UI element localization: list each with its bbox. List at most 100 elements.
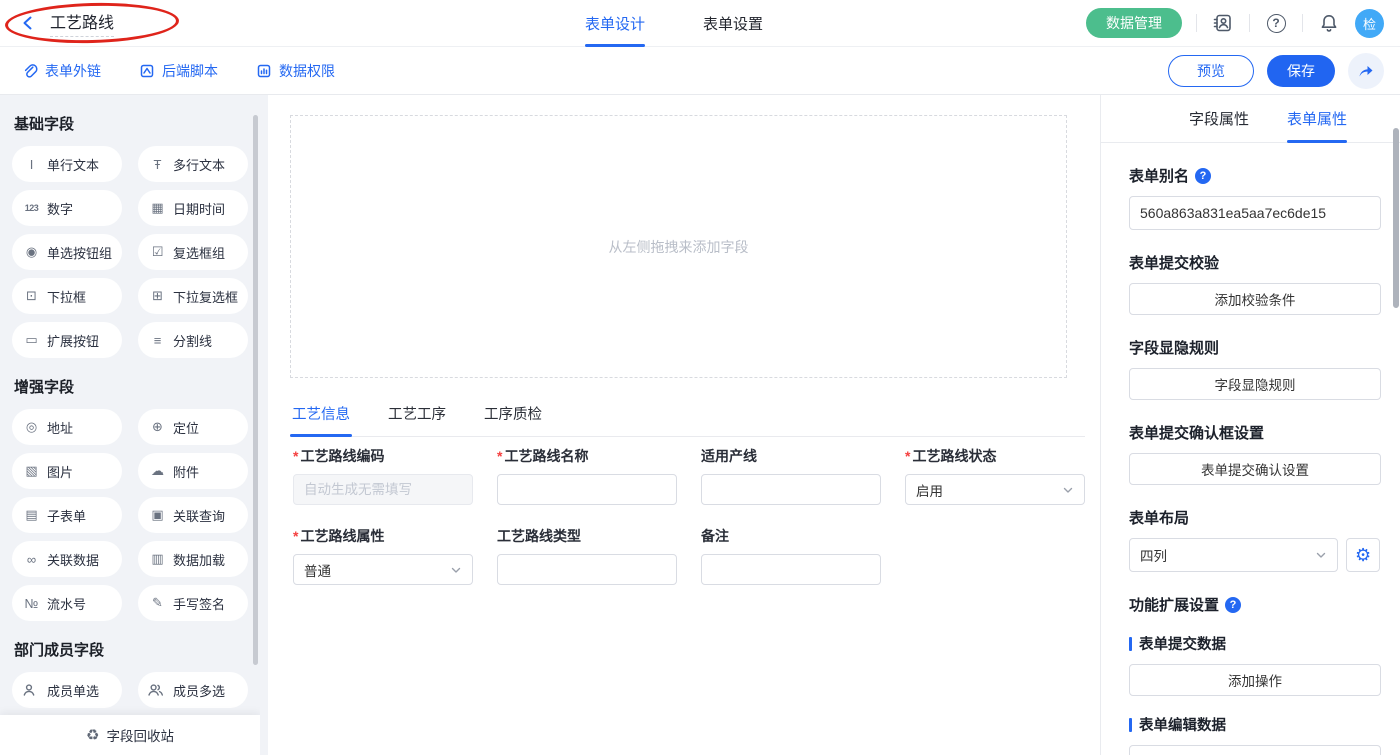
route-attribute-select[interactable]: 普通 xyxy=(293,554,473,585)
tab-form-properties[interactable]: 表单属性 xyxy=(1287,95,1347,142)
add-validation-button[interactable]: 添加校验条件 xyxy=(1129,283,1381,315)
required-mark: * xyxy=(293,448,298,464)
required-mark: * xyxy=(293,528,298,544)
panel-scrollbar[interactable] xyxy=(1393,128,1399,308)
field-library-sidebar: 基础字段 I单行文本 Ŧ多行文本 123数字 ▦日期时间 ◉单选按钮组 ☑复选框… xyxy=(0,95,260,755)
form-layout-select[interactable]: 四列 xyxy=(1129,538,1338,572)
sidebar-item-member-single[interactable]: 成员单选 xyxy=(12,672,122,708)
tab-form-settings[interactable]: 表单设置 xyxy=(703,0,763,47)
sidebar-item-number[interactable]: 123数字 xyxy=(12,190,122,226)
avatar[interactable]: 检 xyxy=(1355,9,1384,38)
divider-line-icon: ≡ xyxy=(148,333,167,348)
section-title-enhanced: 增强字段 xyxy=(14,376,248,397)
subform-icon: ▤ xyxy=(22,507,41,523)
form-canvas: 从左侧拖拽来添加字段 工艺信息 工艺工序 工序质检 *工艺路线编码 *工艺路线名… xyxy=(268,95,1100,755)
tab-process-info[interactable]: 工艺信息 xyxy=(290,395,352,436)
data-permission-button[interactable]: 数据权限 xyxy=(256,61,335,81)
sidebar-item-single-line-text[interactable]: I单行文本 xyxy=(12,146,122,182)
sidebar-item-checkbox-group[interactable]: ☑复选框组 xyxy=(138,234,248,270)
tab-field-properties[interactable]: 字段属性 xyxy=(1189,95,1249,142)
data-manage-button[interactable]: 数据管理 xyxy=(1086,8,1182,38)
address-book-button[interactable] xyxy=(1211,11,1235,35)
sidebar-item-extend-button[interactable]: ▭扩展按钮 xyxy=(12,322,122,358)
field-recycle-bin[interactable]: ♻ 字段回收站 xyxy=(0,715,260,755)
gear-icon: ⚙ xyxy=(1355,546,1371,564)
sidebar-item-subform[interactable]: ▤子表单 xyxy=(12,497,122,533)
notification-button[interactable] xyxy=(1317,11,1341,35)
form-field-route-type: 工艺路线类型 xyxy=(497,527,677,585)
tab-process-steps[interactable]: 工艺工序 xyxy=(386,395,448,436)
form-field-product-line: 适用产线 xyxy=(701,447,881,505)
submit-confirm-button[interactable]: 表单提交确认设置 xyxy=(1129,453,1381,485)
sidebar-item-image[interactable]: ▧图片 xyxy=(12,453,122,489)
sidebar-item-attachment[interactable]: ☁附件 xyxy=(138,453,248,489)
pen-icon: ✎ xyxy=(148,595,167,611)
form-field-route-name: *工艺路线名称 xyxy=(497,447,677,505)
drop-hint: 从左侧拖拽来添加字段 xyxy=(609,237,749,257)
layout-settings-button[interactable]: ⚙ xyxy=(1346,538,1380,572)
backend-script-button[interactable]: 后端脚本 xyxy=(139,61,218,81)
top-bar: 工艺路线 表单设计 表单设置 数据管理 ? 检 xyxy=(0,0,1400,47)
form-alias-input[interactable] xyxy=(1129,196,1381,230)
sidebar-item-member-multi[interactable]: 成员多选 xyxy=(138,672,248,708)
field-visibility-button[interactable]: 字段显隐规则 xyxy=(1129,368,1381,400)
sidebar-scrollbar[interactable] xyxy=(253,115,258,665)
multi-line-text-icon: Ŧ xyxy=(148,157,167,172)
sidebar-item-datetime[interactable]: ▦日期时间 xyxy=(138,190,248,226)
required-mark: * xyxy=(497,448,502,464)
share-button[interactable] xyxy=(1348,53,1384,89)
divider xyxy=(1302,14,1303,32)
sidebar-item-multi-dropdown[interactable]: ⊞下拉复选框 xyxy=(138,278,248,314)
back-button[interactable] xyxy=(16,11,40,35)
remark-input[interactable] xyxy=(701,554,881,585)
submit-data-add-action-button[interactable]: 添加操作 xyxy=(1129,664,1381,696)
sidebar-item-dropdown[interactable]: ⊡下拉框 xyxy=(12,278,122,314)
sidebar-item-radio-group[interactable]: ◉单选按钮组 xyxy=(12,234,122,270)
required-mark: * xyxy=(905,448,910,464)
help-badge-icon[interactable]: ? xyxy=(1225,597,1241,613)
save-button[interactable]: 保存 xyxy=(1267,55,1335,87)
cloud-upload-icon: ☁ xyxy=(148,463,167,479)
sidebar-item-address[interactable]: ◎地址 xyxy=(12,409,122,445)
route-type-input[interactable] xyxy=(497,554,677,585)
form-field-route-code: *工艺路线编码 xyxy=(293,447,473,505)
sidebar-item-multi-line-text[interactable]: Ŧ多行文本 xyxy=(138,146,248,182)
help-badge-icon[interactable]: ? xyxy=(1195,168,1211,184)
route-status-select[interactable]: 启用 xyxy=(905,474,1085,505)
back-chevron-icon xyxy=(20,15,36,31)
tab-step-qc[interactable]: 工序质检 xyxy=(482,395,544,436)
help-icon: ? xyxy=(1267,14,1286,33)
chevron-down-icon xyxy=(1315,549,1327,561)
tab-form-design[interactable]: 表单设计 xyxy=(585,0,645,47)
sidebar-item-signature[interactable]: ✎手写签名 xyxy=(138,585,248,621)
sidebar-item-divider-line[interactable]: ≡分割线 xyxy=(138,322,248,358)
single-line-text-icon: I xyxy=(22,157,41,172)
submit-validation-label: 表单提交校验 xyxy=(1129,252,1380,273)
sidebar-item-linked-data[interactable]: ∞关联数据 xyxy=(12,541,122,577)
properties-panel: 字段属性 表单属性 表单别名 ? 表单提交校验 添加校验条件 字段显隐规则 字段… xyxy=(1100,95,1400,755)
help-button[interactable]: ? xyxy=(1264,11,1288,35)
route-code-input xyxy=(293,474,473,505)
field-visibility-label: 字段显隐规则 xyxy=(1129,337,1380,358)
edit-data-add-action-button[interactable]: 添加操作 xyxy=(1129,745,1381,755)
route-name-input[interactable] xyxy=(497,474,677,505)
permission-icon xyxy=(256,63,272,79)
form-field-remark: 备注 xyxy=(701,527,881,585)
drop-zone[interactable]: 从左侧拖拽来添加字段 xyxy=(290,115,1067,378)
link-icon xyxy=(22,63,38,79)
sidebar-item-serial-number[interactable]: №流水号 xyxy=(12,585,122,621)
sidebar-item-linked-query[interactable]: ▣关联查询 xyxy=(138,497,248,533)
preview-button[interactable]: 预览 xyxy=(1168,55,1254,87)
chevron-down-icon xyxy=(450,564,462,576)
form-layout-label: 表单布局 xyxy=(1129,507,1380,528)
section-title-members: 部门成员字段 xyxy=(14,639,248,660)
submit-confirm-label: 表单提交确认框设置 xyxy=(1129,422,1380,443)
form-alias-label: 表单别名 ? xyxy=(1129,165,1380,186)
dropdown-icon: ⊡ xyxy=(22,288,41,304)
sidebar-item-location[interactable]: ⊕定位 xyxy=(138,409,248,445)
page-title[interactable]: 工艺路线 xyxy=(50,9,114,37)
edit-data-group-label: 表单编辑数据 xyxy=(1129,714,1380,735)
sidebar-item-data-load[interactable]: ▥数据加载 xyxy=(138,541,248,577)
product-line-input[interactable] xyxy=(701,474,881,505)
external-link-button[interactable]: 表单外链 xyxy=(22,61,101,81)
